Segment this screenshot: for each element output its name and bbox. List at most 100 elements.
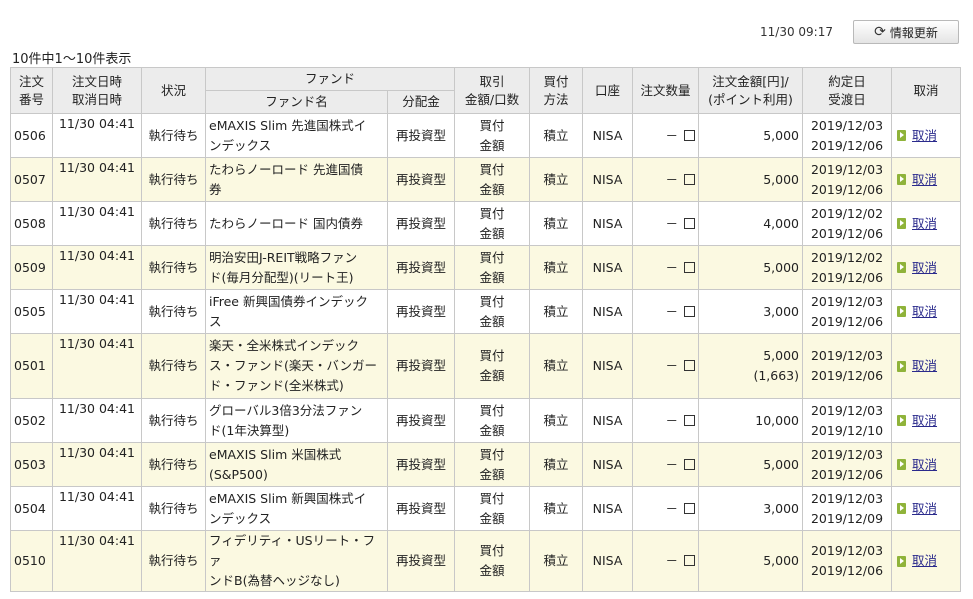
order-datetime: 11/30 04:41 <box>52 289 142 334</box>
distribution-type: 再投資型 <box>386 398 456 443</box>
order-datetime: 11/30 04:41 <box>52 333 142 399</box>
fund-name: iFree 新興国債券インデックス <box>205 289 388 334</box>
cancel-cell: 取消 <box>891 113 962 158</box>
trade-settlement-dates: 2019/12/03 2019/12/06 <box>802 530 893 592</box>
order-quantity: － <box>632 530 700 592</box>
distribution-type: 再投資型 <box>386 113 456 158</box>
account-type: NISA <box>582 530 634 592</box>
header-distribution: 分配金 <box>386 90 456 114</box>
cancel-link[interactable]: 取消 <box>912 411 937 431</box>
order-datetime: 11/30 04:41 <box>52 442 142 487</box>
order-amount: 5,000 <box>698 157 804 202</box>
order-status: 執行待ち <box>141 245 206 290</box>
order-quantity: － <box>632 486 700 531</box>
quantity-box-icon <box>684 414 696 426</box>
trade-settlement-dates: 2019/12/03 2019/12/09 <box>802 486 893 531</box>
cancel-link[interactable]: 取消 <box>912 170 937 190</box>
arrow-right-icon <box>897 360 907 372</box>
arrow-right-icon <box>897 262 907 273</box>
table-row: 0501 11/30 04:41 執行待ち 楽天・全米株式インデック ス・ファンド(楽天… <box>10 333 962 399</box>
cancel-link[interactable]: 取消 <box>912 551 937 571</box>
header-order-datetime: 注文日時 取消日時 <box>52 67 142 114</box>
trade-type: 買付 金額 <box>454 201 531 246</box>
header-fund-group: ファンド <box>204 67 456 91</box>
order-quantity: － <box>632 289 700 334</box>
distribution-type: 再投資型 <box>386 245 456 290</box>
purchase-method: 積立 <box>529 157 584 202</box>
cancel-link[interactable]: 取消 <box>912 258 937 278</box>
distribution-type: 再投資型 <box>386 486 456 531</box>
order-number: 0507 <box>10 157 53 202</box>
trade-settlement-dates: 2019/12/03 2019/12/10 <box>802 398 893 443</box>
order-quantity: － <box>632 245 700 290</box>
purchase-method: 積立 <box>529 245 584 290</box>
order-quantity: － <box>632 201 700 246</box>
order-datetime: 11/30 04:41 <box>52 398 142 443</box>
order-datetime: 11/30 04:41 <box>52 201 142 246</box>
trade-type: 買付 金額 <box>454 486 531 531</box>
trade-type: 買付 金額 <box>454 530 531 592</box>
order-status: 執行待ち <box>141 157 206 202</box>
account-type: NISA <box>582 245 634 290</box>
cancel-cell: 取消 <box>891 398 962 443</box>
distribution-type: 再投資型 <box>386 157 456 202</box>
refresh-button-label: 情報更新 <box>889 25 938 40</box>
order-quantity: － <box>632 113 700 158</box>
result-count: 10件中1～10件表示 <box>12 52 132 67</box>
arrow-right-icon <box>897 415 907 426</box>
order-status: 執行待ち <box>141 201 206 246</box>
trade-type: 買付 金額 <box>454 157 531 202</box>
order-amount: 3,000 <box>698 289 804 334</box>
order-number: 0503 <box>10 442 53 487</box>
account-type: NISA <box>582 333 634 399</box>
header-dates: 約定日 受渡日 <box>802 67 893 114</box>
trade-settlement-dates: 2019/12/03 2019/12/06 <box>802 289 893 334</box>
order-amount: 5,000 (1,663) <box>698 333 804 399</box>
header-quantity: 注文数量 <box>632 67 700 114</box>
order-amount: 4,000 <box>698 201 804 246</box>
order-amount: 5,000 <box>698 442 804 487</box>
order-number: 0509 <box>10 245 53 290</box>
arrow-right-icon <box>897 555 907 567</box>
order-datetime: 11/30 04:41 <box>52 530 142 592</box>
order-amount: 5,000 <box>698 245 804 290</box>
cancel-link[interactable]: 取消 <box>912 356 937 376</box>
trade-settlement-dates: 2019/12/03 2019/12/06 <box>802 113 893 158</box>
order-number: 0504 <box>10 486 53 531</box>
purchase-method: 積立 <box>529 398 584 443</box>
purchase-method: 積立 <box>529 201 584 246</box>
order-amount: 5,000 <box>698 113 804 158</box>
order-datetime: 11/30 04:41 <box>52 486 142 531</box>
purchase-method: 積立 <box>529 486 584 531</box>
cancel-link[interactable]: 取消 <box>912 455 937 475</box>
header-amount: 注文金額[円]/(ポイント利用) <box>698 67 804 114</box>
trade-settlement-dates: 2019/12/03 2019/12/06 <box>802 157 893 202</box>
header-order-number: 注文 番号 <box>10 67 53 114</box>
quantity-box-icon <box>684 173 696 185</box>
order-amount: 3,000 <box>698 486 804 531</box>
order-number: 0510 <box>10 530 53 592</box>
points-used: (1,663) <box>753 368 800 383</box>
order-datetime: 11/30 04:41 <box>52 245 142 290</box>
purchase-method: 積立 <box>529 442 584 487</box>
cancel-cell: 取消 <box>891 530 962 592</box>
distribution-type: 再投資型 <box>386 333 456 399</box>
cancel-link[interactable]: 取消 <box>912 214 937 234</box>
order-quantity: － <box>632 398 700 443</box>
quantity-box-icon <box>684 360 696 371</box>
trade-settlement-dates: 2019/12/02 2019/12/06 <box>802 245 893 290</box>
distribution-type: 再投資型 <box>386 201 456 246</box>
table-row: 0506 11/30 04:41 執行待ち eMAXIS Slim 先進国株式イ ンデッ… <box>10 113 962 158</box>
order-quantity: － <box>632 442 700 487</box>
arrow-right-icon <box>897 130 907 141</box>
order-number: 0508 <box>10 201 53 246</box>
fund-name: たわらノーロード 先進国債券 <box>205 157 388 202</box>
account-type: NISA <box>582 113 634 158</box>
order-datetime: 11/30 04:41 <box>52 113 142 158</box>
trade-type: 買付 金額 <box>454 245 531 290</box>
cancel-link[interactable]: 取消 <box>912 499 937 519</box>
distribution-type: 再投資型 <box>386 289 456 334</box>
refresh-button[interactable]: ⟳ 情報更新 <box>853 20 959 44</box>
cancel-link[interactable]: 取消 <box>912 126 937 146</box>
cancel-link[interactable]: 取消 <box>912 302 937 322</box>
